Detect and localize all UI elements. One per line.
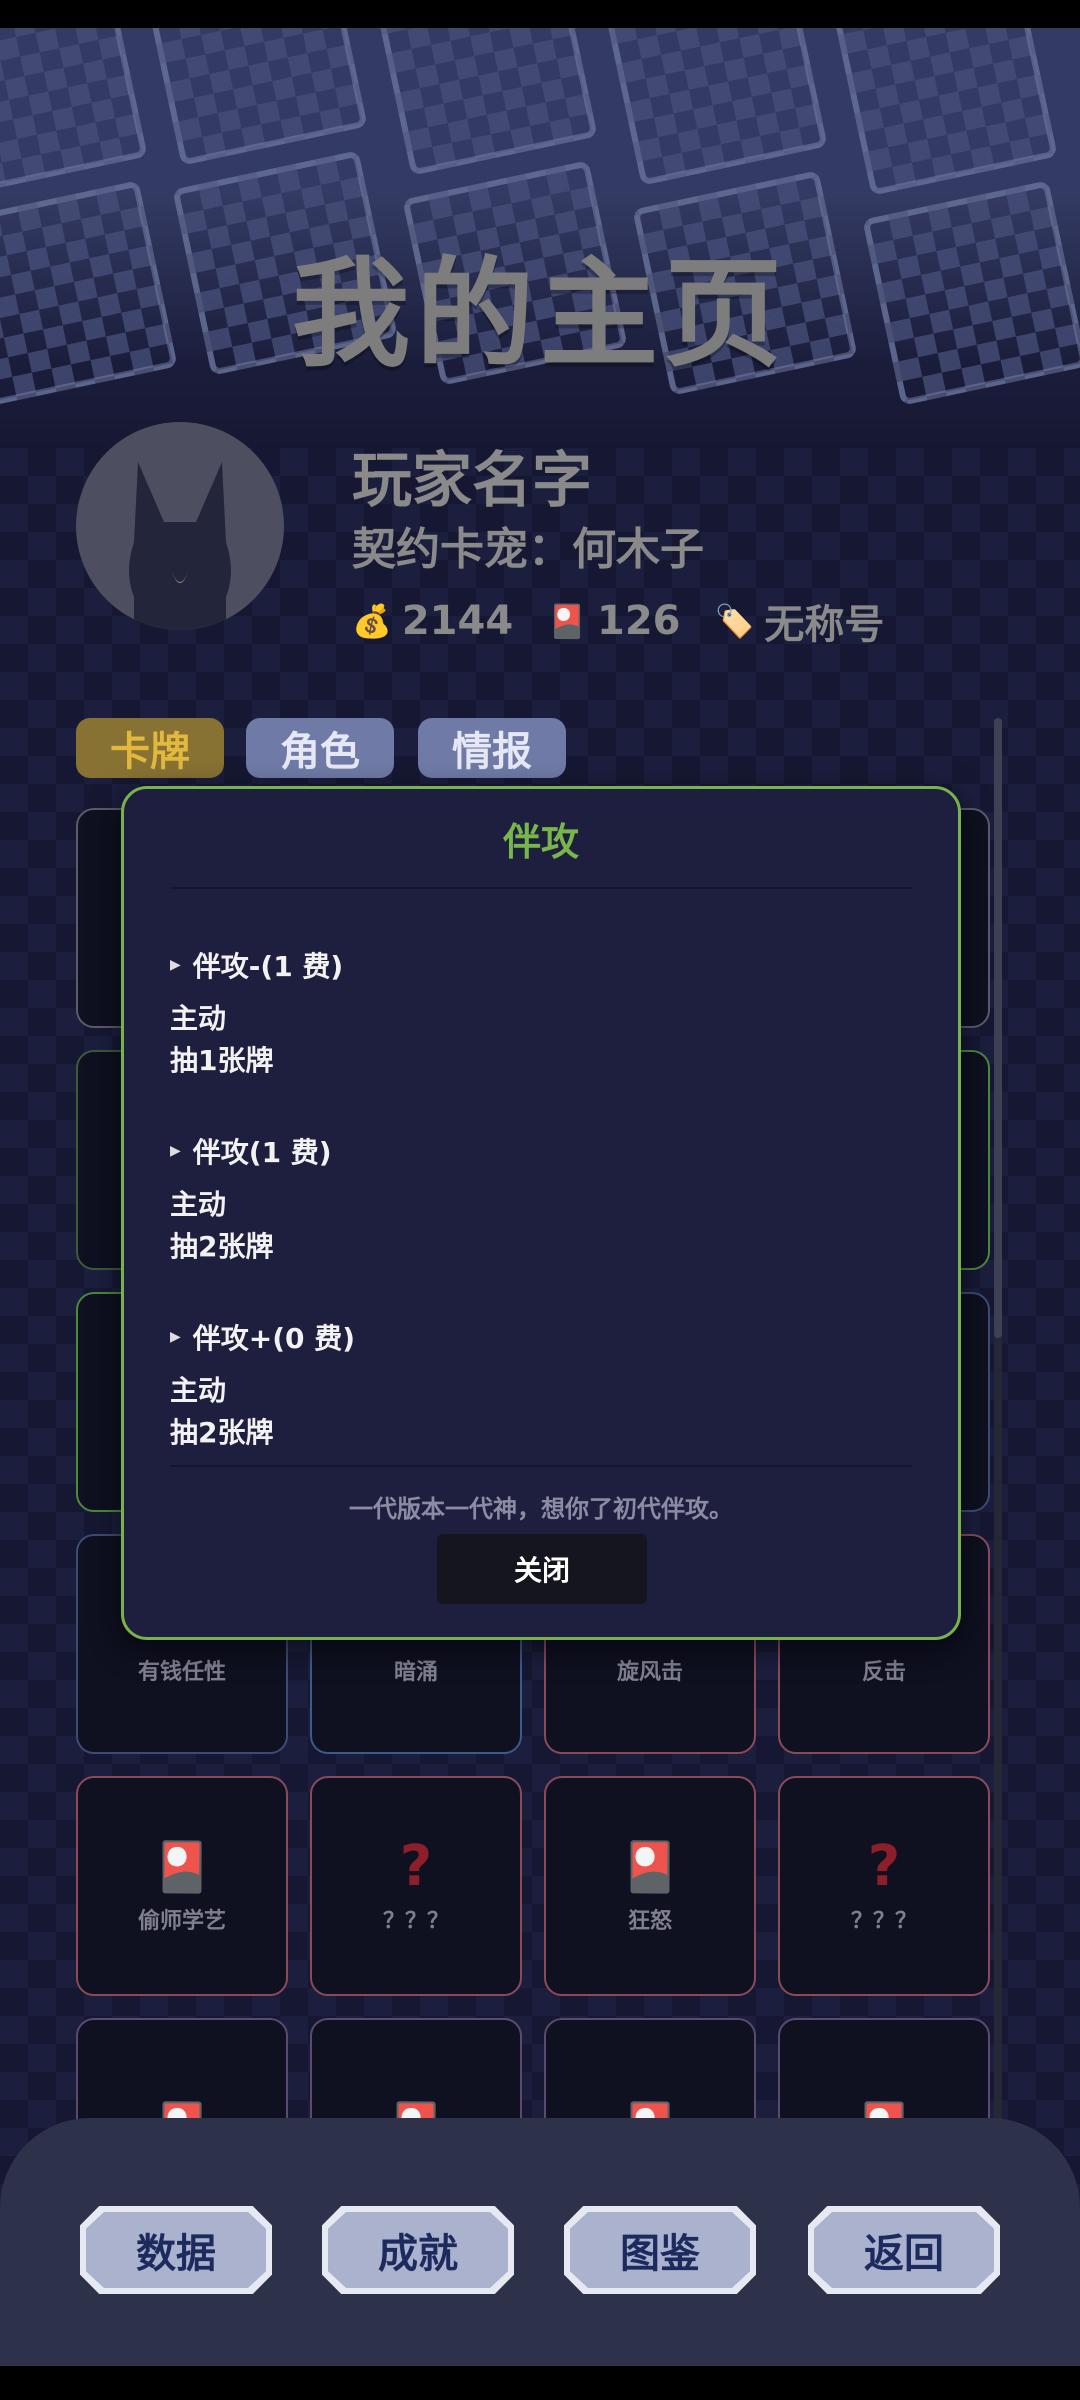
variant-effect: 抽2张牌	[170, 1416, 274, 1449]
card-variant: ▶ 伴攻(1 费) 主动 抽2张牌	[170, 1131, 910, 1261]
variant-title: 伴攻+(0 费)	[192, 1322, 356, 1355]
tab-characters[interactable]: 角色	[246, 718, 394, 778]
cards-value: 126	[597, 598, 681, 644]
expand-triangle-icon: ▶	[170, 957, 181, 973]
card-icon: 🎴	[152, 1839, 212, 1895]
expand-triangle-icon: ▶	[170, 1143, 181, 1159]
achievements-button[interactable]: 成就	[322, 2206, 514, 2294]
variant-effect: 抽1张牌	[170, 1044, 274, 1077]
variant-type: 主动	[170, 1374, 227, 1407]
back-button[interactable]: 返回	[808, 2206, 1000, 2294]
page-title: 我的主页	[291, 245, 788, 383]
card-name: 有钱任性	[137, 1660, 226, 1685]
question-mark-icon: ?	[399, 1834, 433, 1899]
variant-header[interactable]: ▶ 伴攻-(1 费)	[170, 945, 910, 985]
back-button-label: 返回	[814, 2212, 994, 2288]
codex-button-label: 图鉴	[570, 2212, 750, 2288]
divider	[170, 887, 912, 889]
card-item[interactable]: 🎴	[310, 2018, 522, 2128]
card-item[interactable]: ? ？？？	[778, 1776, 990, 1996]
card-item[interactable]: 🎴 偷师学艺	[76, 1776, 288, 1996]
card-icon: 🎴	[620, 1839, 680, 1895]
card-name: ？？？	[382, 1909, 449, 1934]
card-name: 暗涌	[393, 1660, 438, 1685]
navigation-bar	[0, 2366, 1080, 2400]
bunny-silhouette-icon	[129, 462, 231, 630]
title-stat: 🏷️ 无称号	[715, 592, 885, 650]
variant-title: 伴攻-(1 费)	[192, 950, 344, 983]
cards-stat: 🎴 126	[547, 598, 680, 644]
card-name: 反击	[861, 1660, 906, 1685]
close-button[interactable]: 关闭	[437, 1534, 647, 1604]
card-name: 狂怒	[627, 1909, 672, 1934]
card-item[interactable]: 🎴	[76, 2018, 288, 2128]
card-item[interactable]: 🎴	[544, 2018, 756, 2128]
card-variant: ▶ 伴攻+(0 费) 主动 抽2张牌	[170, 1317, 910, 1447]
status-bar	[0, 0, 1080, 28]
scrollbar[interactable]	[994, 718, 1002, 2138]
tag-icon: 🏷️	[714, 602, 755, 640]
card-icon: 🎴	[547, 602, 588, 640]
variant-type: 主动	[170, 1002, 227, 1035]
player-stats: 💰 2144 🎴 126 🏷️ 无称号	[352, 593, 884, 649]
home-screen: 我的主页 玩家名字 契约卡宠：何木子 💰 2144 🎴 126 🏷️ 无称号 卡…	[0, 28, 1080, 2366]
data-button-label: 数据	[86, 2212, 266, 2288]
card-item[interactable]: 🎴 狂怒	[544, 1776, 756, 1996]
card-detail-dialog: 伴攻 ▶ 伴攻-(1 费) 主动 抽1张牌 ▶ 伴攻(1 费) 主动 抽2张牌 …	[121, 786, 961, 1640]
contract-pet: 契约卡宠：何木子	[352, 513, 704, 577]
codex-button[interactable]: 图鉴	[564, 2206, 756, 2294]
scroll-thumb[interactable]	[994, 718, 1002, 1338]
tab-intel[interactable]: 情报	[418, 718, 566, 778]
money-bag-icon: 💰	[352, 602, 392, 640]
coins-value: 2144	[401, 598, 514, 644]
data-button[interactable]: 数据	[80, 2206, 272, 2294]
achievements-button-label: 成就	[328, 2212, 508, 2288]
variant-effect: 抽2张牌	[170, 1230, 274, 1263]
avatar[interactable]	[76, 422, 284, 630]
tab-cards[interactable]: 卡牌	[76, 718, 224, 778]
variant-header[interactable]: ▶ 伴攻+(0 费)	[170, 1317, 910, 1357]
variant-header[interactable]: ▶ 伴攻(1 费)	[170, 1131, 910, 1171]
flavor-text: 一代版本一代神，想你了初代伴攻。	[349, 1495, 733, 1523]
question-mark-icon: ?	[867, 1834, 901, 1899]
card-name: 旋风击	[616, 1660, 683, 1685]
player-name: 玩家名字	[352, 446, 592, 516]
variant-title: 伴攻(1 费)	[192, 1136, 332, 1169]
contract-pet-name: 何木子	[572, 524, 704, 575]
expand-triangle-icon: ▶	[170, 1329, 181, 1345]
card-name: ？？？	[850, 1909, 917, 1934]
card-variant: ▶ 伴攻-(1 费) 主动 抽1张牌	[170, 945, 910, 1075]
card-name: 偷师学艺	[137, 1909, 226, 1934]
coins-stat: 💰 2144	[352, 598, 513, 644]
dialog-title: 伴攻	[502, 820, 579, 864]
contract-pet-label: 契约卡宠：	[352, 524, 572, 575]
card-item[interactable]: 🎴	[778, 2018, 990, 2128]
title-value: 无称号	[764, 602, 885, 648]
variant-type: 主动	[170, 1188, 227, 1221]
card-item[interactable]: ? ？？？	[310, 1776, 522, 1996]
divider	[170, 1465, 912, 1467]
